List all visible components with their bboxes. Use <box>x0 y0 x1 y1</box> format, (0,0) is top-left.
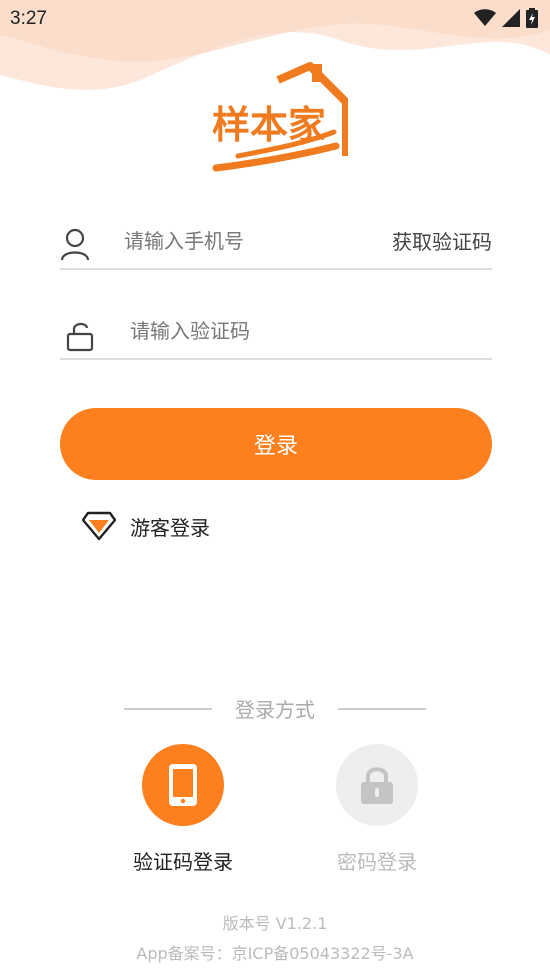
unlock-icon <box>66 322 94 352</box>
logo-text: 样本家 <box>212 103 326 147</box>
battery-charging-icon <box>526 8 538 28</box>
guest-login-link[interactable]: 游客登录 <box>82 508 210 544</box>
sms-login-label: 验证码登录 <box>133 850 233 874</box>
login-methods-divider: 登录方式 <box>124 694 426 724</box>
phone-input[interactable] <box>124 224 344 258</box>
password-method-circle <box>336 744 418 826</box>
get-code-button[interactable]: 获取验证码 <box>392 226 492 255</box>
sms-login-method[interactable]: 验证码登录 <box>108 744 258 875</box>
code-input[interactable] <box>130 314 470 348</box>
password-login-method[interactable]: 密码登录 <box>302 744 452 875</box>
diamond-icon <box>82 511 116 541</box>
version-text: 版本号 V1.2.1 <box>222 914 328 933</box>
login-button[interactable]: 登录 <box>60 408 492 480</box>
guest-login-label: 游客登录 <box>130 515 210 540</box>
app-logo: 样本家 <box>208 60 350 180</box>
status-bar: 3:27 <box>0 0 550 38</box>
divider-line-right <box>338 708 426 710</box>
sms-method-circle <box>142 744 224 826</box>
signal-icon <box>502 9 520 27</box>
phone-icon <box>169 764 197 806</box>
code-field <box>60 308 492 360</box>
wifi-icon <box>474 9 496 26</box>
status-time: 3:27 <box>10 8 47 29</box>
user-icon <box>60 228 90 261</box>
icp-record-text: App备案号：京ICP备05043322号-3A <box>136 944 414 963</box>
lock-icon <box>361 767 393 804</box>
password-login-label: 密码登录 <box>337 850 417 874</box>
phone-field: 获取验证码 <box>60 218 492 270</box>
